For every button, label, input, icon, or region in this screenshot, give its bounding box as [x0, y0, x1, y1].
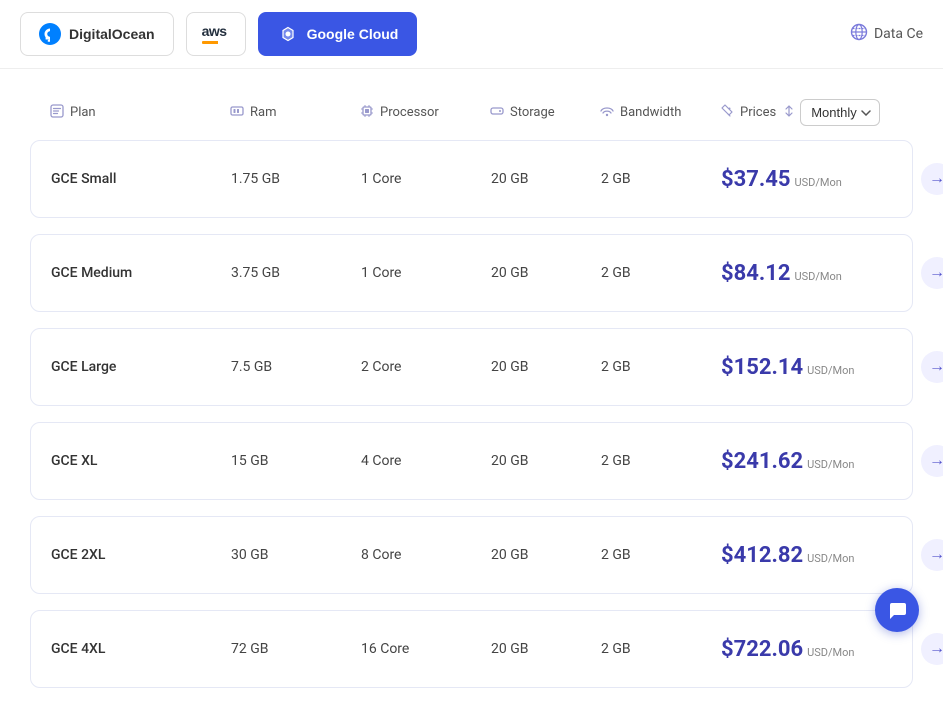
price-unit: USD/Mon — [807, 552, 854, 565]
plan-row[interactable]: GCE Medium 3.75 GB 1 Core 20 GB 2 GB $84… — [30, 234, 913, 312]
price-unit: USD/Mon — [807, 364, 854, 377]
aws-icon: aws — [205, 23, 227, 45]
plan-price: $152.14 USD/Mon — [721, 355, 921, 380]
plan-row[interactable]: GCE XL 15 GB 4 Core 20 GB 2 GB $241.62 U… — [30, 422, 913, 500]
plan-processor: 16 Core — [361, 641, 491, 657]
plan-arrow-btn[interactable]: → — [921, 163, 943, 195]
price-unit: USD/Mon — [795, 176, 842, 189]
plan-ram: 7.5 GB — [231, 359, 361, 375]
plan-price: $241.62 USD/Mon — [721, 449, 921, 474]
provider-btn-aws[interactable]: aws — [186, 12, 246, 56]
plan-bandwidth: 2 GB — [601, 641, 721, 657]
price-value: $412.82 — [721, 543, 803, 568]
plan-ram: 3.75 GB — [231, 265, 361, 281]
plan-ram: 30 GB — [231, 547, 361, 563]
plan-bandwidth: 2 GB — [601, 171, 721, 187]
plan-ram: 1.75 GB — [231, 171, 361, 187]
processor-label: Processor — [380, 105, 439, 120]
price-value: $37.45 — [721, 167, 791, 192]
plan-arrow-btn[interactable]: → — [921, 257, 943, 289]
price-value: $84.12 — [721, 261, 791, 286]
plan-storage: 20 GB — [491, 359, 601, 375]
plan-processor: 2 Core — [361, 359, 491, 375]
plan-price: $37.45 USD/Mon — [721, 167, 921, 192]
prices-icon — [720, 104, 734, 122]
bandwidth-icon — [600, 104, 614, 122]
plan-row[interactable]: GCE 2XL 30 GB 8 Core 20 GB 2 GB $412.82 … — [30, 516, 913, 594]
plan-name: GCE Large — [51, 359, 231, 375]
storage-icon — [490, 104, 504, 122]
plan-ram: 15 GB — [231, 453, 361, 469]
plan-bandwidth: 2 GB — [601, 453, 721, 469]
plan-bandwidth: 2 GB — [601, 547, 721, 563]
ram-icon — [230, 104, 244, 122]
plan-processor: 4 Core — [361, 453, 491, 469]
bandwidth-label: Bandwidth — [620, 105, 681, 120]
plan-name: GCE Small — [51, 171, 231, 187]
nav-bar: DigitalOcean aws Google Cloud — [0, 0, 943, 69]
plan-icon — [50, 104, 64, 122]
plan-storage: 20 GB — [491, 453, 601, 469]
googlecloud-icon — [277, 23, 299, 45]
col-bandwidth: Bandwidth — [600, 104, 720, 122]
billing-select[interactable]: Monthly Hourly — [800, 99, 880, 126]
digitalocean-label: DigitalOcean — [69, 26, 155, 42]
col-ram: Ram — [230, 104, 360, 122]
plan-rows-container: GCE Small 1.75 GB 1 Core 20 GB 2 GB $37.… — [30, 140, 913, 688]
plan-bandwidth: 2 GB — [601, 265, 721, 281]
plan-arrow-btn[interactable]: → — [921, 633, 943, 665]
data-center-label: Data Ce — [874, 26, 923, 42]
plan-processor: 1 Core — [361, 265, 491, 281]
plan-row[interactable]: GCE Large 7.5 GB 2 Core 20 GB 2 GB $152.… — [30, 328, 913, 406]
processor-icon — [360, 104, 374, 122]
col-processor: Processor — [360, 104, 490, 122]
ram-label: Ram — [250, 105, 276, 120]
col-prices: Prices Monthly Hourly — [720, 99, 920, 126]
prices-label: Prices — [740, 105, 776, 120]
plan-processor: 1 Core — [361, 171, 491, 187]
plan-storage: 20 GB — [491, 171, 601, 187]
plan-price: $84.12 USD/Mon — [721, 261, 921, 286]
plan-processor: 8 Core — [361, 547, 491, 563]
price-value: $152.14 — [721, 355, 803, 380]
plan-row[interactable]: GCE Small 1.75 GB 1 Core 20 GB 2 GB $37.… — [30, 140, 913, 218]
price-value: $722.06 — [721, 637, 803, 662]
price-value: $241.62 — [721, 449, 803, 474]
main-content: Plan Ram Processor Storage Bandwidth — [0, 69, 943, 724]
googlecloud-label: Google Cloud — [307, 26, 399, 42]
plan-storage: 20 GB — [491, 641, 601, 657]
storage-label: Storage — [510, 105, 555, 120]
plan-name: GCE XL — [51, 453, 231, 469]
plan-row[interactable]: GCE 4XL 72 GB 16 Core 20 GB 2 GB $722.06… — [30, 610, 913, 688]
table-header: Plan Ram Processor Storage Bandwidth — [30, 99, 913, 140]
provider-btn-digitalocean[interactable]: DigitalOcean — [20, 12, 174, 56]
globe-icon — [850, 23, 868, 45]
plan-storage: 20 GB — [491, 547, 601, 563]
plan-label: Plan — [70, 105, 96, 120]
plan-storage: 20 GB — [491, 265, 601, 281]
plan-name: GCE 4XL — [51, 641, 231, 657]
price-unit: USD/Mon — [807, 458, 854, 471]
plan-price: $412.82 USD/Mon — [721, 543, 921, 568]
digitalocean-icon — [39, 23, 61, 45]
plan-arrow-btn[interactable]: → — [921, 539, 943, 571]
plan-bandwidth: 2 GB — [601, 359, 721, 375]
nav-right: Data Ce — [850, 23, 923, 45]
plan-arrow-btn[interactable]: → — [921, 445, 943, 477]
plan-price: $722.06 USD/Mon — [721, 637, 921, 662]
plan-name: GCE Medium — [51, 265, 231, 281]
price-unit: USD/Mon — [795, 270, 842, 283]
sort-icon — [784, 105, 794, 121]
col-storage: Storage — [490, 104, 600, 122]
plan-ram: 72 GB — [231, 641, 361, 657]
plan-arrow-btn[interactable]: → — [921, 351, 943, 383]
col-plan: Plan — [50, 104, 230, 122]
price-unit: USD/Mon — [807, 646, 854, 659]
provider-btn-googlecloud[interactable]: Google Cloud — [258, 12, 418, 56]
plan-name: GCE 2XL — [51, 547, 231, 563]
chat-bubble[interactable] — [875, 588, 919, 632]
